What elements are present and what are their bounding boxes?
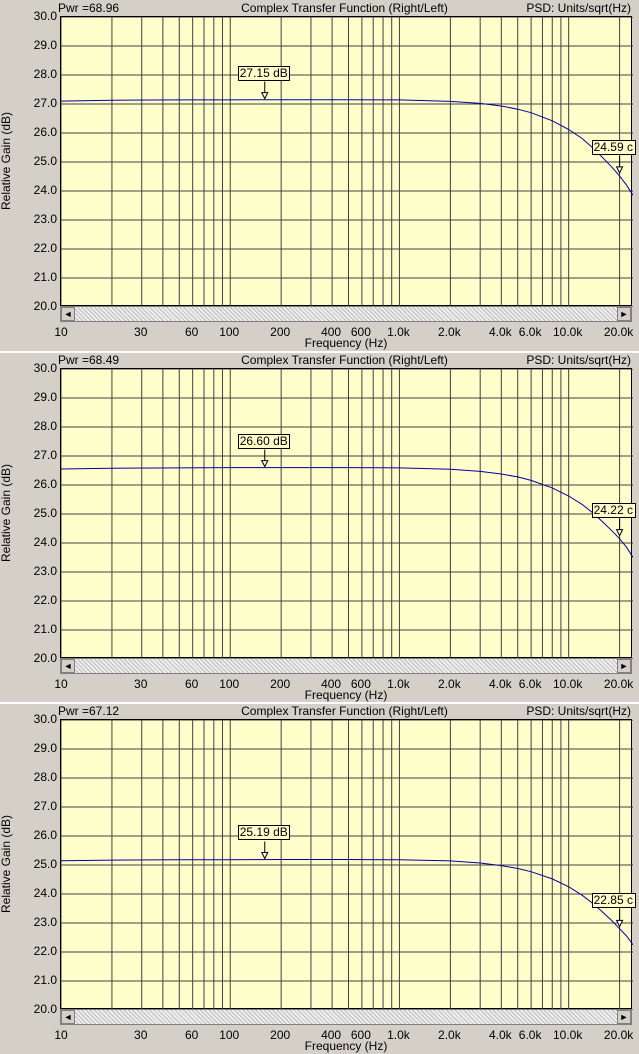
y-tick-label: 22.0 (33, 593, 57, 607)
y-tick-label: 30.0 (33, 361, 57, 375)
y-tick-label: 29.0 (33, 38, 57, 52)
scroll-right-button[interactable]: ► (617, 1010, 631, 1024)
y-tick-label: 28.0 (33, 770, 57, 784)
x-axis-label: Frequency (Hz) (304, 336, 388, 350)
y-tick-label: 25.0 (33, 154, 57, 168)
marker-arrow-icon[interactable] (615, 166, 624, 175)
scroll-right-button[interactable]: ► (617, 307, 631, 321)
y-tick-label: 29.0 (33, 390, 57, 404)
y-axis-label: Relative Gain (dB) (0, 368, 13, 658)
y-tick-label: 20.0 (33, 651, 57, 665)
y-tick-label: 27.0 (33, 96, 57, 110)
y-tick-label: 24.0 (33, 183, 57, 197)
marker-arrow-icon[interactable] (615, 529, 624, 537)
plot-area: 25.19 dB 22.85 c (60, 719, 636, 1010)
marker-readout[interactable]: 25.19 dB (237, 825, 290, 841)
psd-units: PSD: Units/sqrt(Hz) (526, 1, 631, 15)
plot-svg (61, 17, 633, 307)
y-tick-label: 26.0 (33, 828, 57, 842)
chart-panel-2: Pwr =68.49 Complex Transfer Function (Rig… (0, 351, 639, 703)
chart-panel-3: Pwr =67.12 Complex Transfer Function (Rig… (0, 702, 639, 1054)
y-axis-label-text: Relative Gain (dB) (0, 463, 13, 563)
y-tick-label: 22.0 (33, 944, 57, 958)
y-tick-label: 28.0 (33, 67, 57, 81)
marker-arrow-icon[interactable] (260, 92, 269, 100)
series-line (61, 99, 633, 196)
horizontal-scrollbar[interactable]: ◄ ► (60, 306, 632, 322)
series-line (61, 859, 633, 946)
scroll-left-button[interactable]: ◄ (61, 1010, 75, 1024)
plot-svg (61, 369, 633, 659)
y-tick-label: 23.0 (33, 915, 57, 929)
y-axis-label-text: Relative Gain (dB) (0, 111, 13, 211)
psd-units: PSD: Units/sqrt(Hz) (526, 704, 631, 718)
y-tick-label: 28.0 (33, 419, 57, 433)
marker-readout[interactable]: 24.59 c (591, 139, 636, 155)
y-tick-label: 30.0 (33, 9, 57, 23)
x-axis-label: Frequency (Hz) (304, 688, 388, 702)
scroll-left-button[interactable]: ◄ (61, 307, 75, 321)
marker-arrow-icon[interactable] (260, 460, 269, 468)
y-tick-label: 22.0 (33, 241, 57, 255)
y-tick-label: 26.0 (33, 125, 57, 139)
y-tick-label: 20.0 (33, 299, 57, 313)
scroll-left-button[interactable]: ◄ (61, 659, 75, 673)
y-axis-label: Relative Gain (dB) (0, 16, 13, 306)
marker-readout[interactable]: 26.60 dB (237, 433, 290, 449)
plot-svg (61, 720, 633, 1010)
y-axis-label-text: Relative Gain (dB) (0, 814, 13, 914)
marker-readout[interactable]: 27.15 dB (237, 65, 290, 81)
plot-area: 26.60 dB 24.22 c (60, 368, 636, 659)
y-tick-label: 30.0 (33, 712, 57, 726)
scroll-right-button[interactable]: ► (617, 659, 631, 673)
y-tick-label: 25.0 (33, 506, 57, 520)
psd-units: PSD: Units/sqrt(Hz) (526, 353, 631, 367)
y-tick-label: 21.0 (33, 270, 57, 284)
y-tick-label: 27.0 (33, 448, 57, 462)
y-tick-label: 29.0 (33, 741, 57, 755)
y-tick-label: 26.0 (33, 477, 57, 491)
y-tick-label: 23.0 (33, 212, 57, 226)
y-tick-label: 24.0 (33, 535, 57, 549)
y-tick-label: 20.0 (33, 1002, 57, 1016)
marker-readout[interactable]: 24.22 c (591, 502, 636, 518)
series-line (61, 467, 633, 558)
y-tick-label: 23.0 (33, 564, 57, 578)
marker-readout[interactable]: 22.85 c (591, 893, 636, 909)
y-tick-label: 27.0 (33, 799, 57, 813)
x-axis-label: Frequency (Hz) (304, 1039, 388, 1053)
horizontal-scrollbar[interactable]: ◄ ► (60, 658, 632, 674)
y-tick-label: 21.0 (33, 973, 57, 987)
y-axis-label: Relative Gain (dB) (0, 719, 13, 1009)
y-tick-label: 25.0 (33, 857, 57, 871)
y-tick-label: 24.0 (33, 886, 57, 900)
horizontal-scrollbar[interactable]: ◄ ► (60, 1009, 632, 1025)
y-tick-label: 21.0 (33, 622, 57, 636)
marker-arrow-icon[interactable] (260, 851, 269, 860)
plot-area: 27.15 dB 24.59 c (60, 16, 636, 307)
chart-panel-1: Pwr =68.96 Complex Transfer Function (Rig… (0, 0, 639, 351)
